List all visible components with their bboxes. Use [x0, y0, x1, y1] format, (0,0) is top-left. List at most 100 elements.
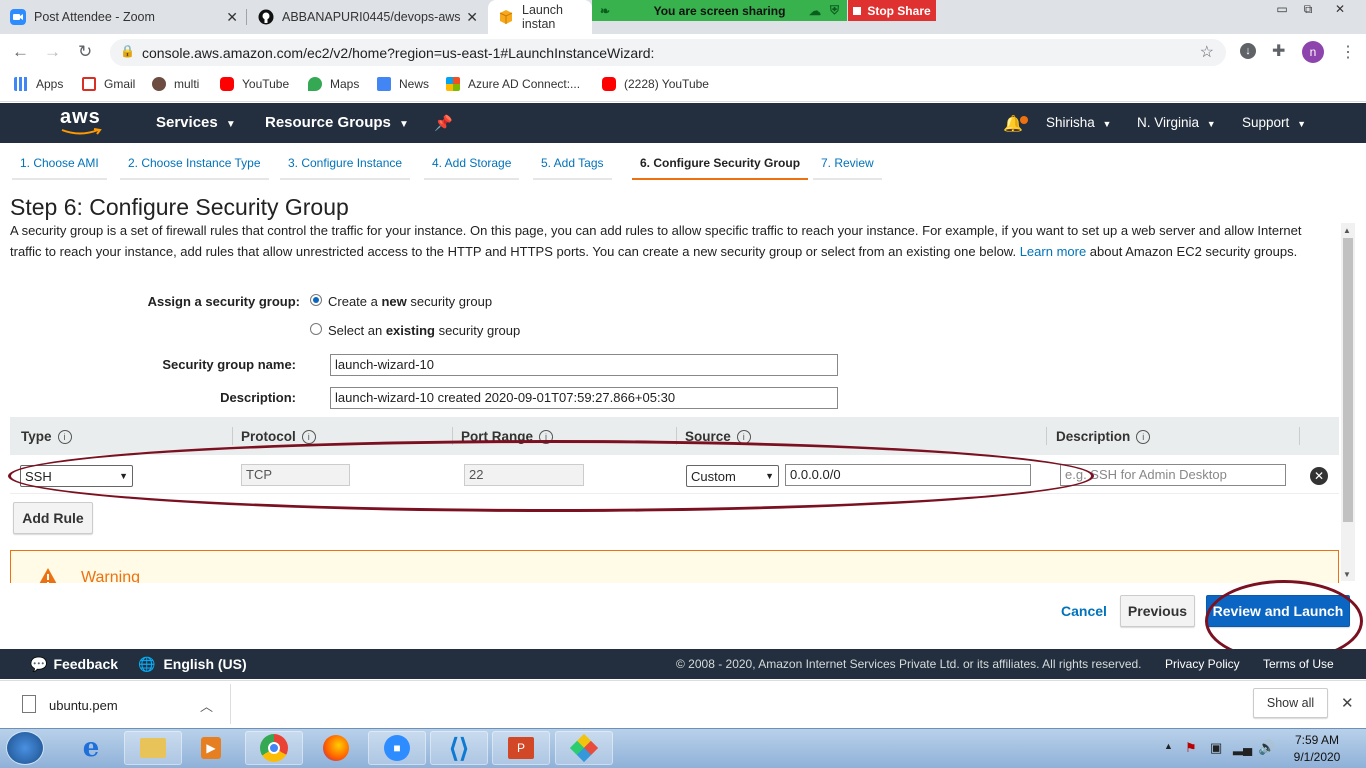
step-choose-instance-type[interactable]: 2. Choose Instance Type [120, 156, 269, 180]
feedback-link[interactable]: 💬 Feedback [30, 656, 118, 673]
resource-groups-menu[interactable]: Resource Groups ▼ [265, 114, 409, 131]
step-add-storage[interactable]: 4. Add Storage [424, 156, 520, 180]
browser-menu-icon[interactable]: ⋮ [1340, 42, 1356, 62]
bookmark-azure[interactable]: Azure AD Connect:... [446, 77, 580, 91]
page-title: Step 6: Configure Security Group [10, 194, 349, 220]
option-text: security group [434, 323, 521, 338]
tab-github[interactable]: ABBANAPURI0445/devops-aws ✕ [248, 0, 486, 34]
step-configure-instance[interactable]: 3. Configure Instance [280, 156, 411, 180]
services-menu[interactable]: Services ▼ [156, 114, 236, 131]
speech-bubble-icon: 💬 [30, 656, 48, 672]
bookmark-multi[interactable]: multi [152, 77, 199, 91]
bookmark-label: Azure AD Connect:... [468, 77, 581, 91]
start-button-icon[interactable] [6, 731, 44, 765]
youtube-icon [220, 77, 234, 91]
step-configure-security-group[interactable]: 6. Configure Security Group [632, 156, 809, 180]
radio-select-existing[interactable] [310, 323, 322, 335]
cancel-link[interactable]: Cancel [1061, 603, 1107, 619]
star-icon[interactable]: ☆ [1200, 42, 1214, 62]
chrome-icon[interactable] [245, 731, 303, 765]
terms-of-use-link[interactable]: Terms of Use [1263, 657, 1334, 671]
url-bar[interactable]: 🔒 console.aws.amazon.com/ec2/v2/home?reg… [110, 39, 1226, 66]
device-icon[interactable]: ▣ [1210, 740, 1222, 756]
region-menu[interactable]: N. Virginia ▼ [1137, 115, 1216, 130]
file-explorer-icon[interactable] [124, 731, 182, 765]
info-icon[interactable]: i [301, 429, 316, 444]
zoom-icon [10, 9, 26, 25]
description-input[interactable]: launch-wizard-10 created 2020-09-01T07:5… [330, 387, 838, 409]
step-choose-ami[interactable]: 1. Choose AMI [12, 156, 107, 180]
app-diamond-icon[interactable] [555, 731, 613, 765]
show-all-downloads-button[interactable]: Show all [1253, 688, 1328, 718]
forward-icon[interactable]: → [44, 42, 61, 62]
scrollbar-thumb[interactable] [1343, 238, 1353, 522]
bookmark-label: YouTube [242, 77, 290, 91]
minimize-window-icon[interactable]: ▭ [1268, 0, 1296, 18]
bookmark-gmail[interactable]: Gmail [82, 77, 135, 91]
bookmark-youtube-2228[interactable]: (2228) YouTube [602, 77, 709, 91]
bookmark-label: Maps [330, 77, 360, 91]
file-icon [22, 695, 36, 713]
col-type: Type i [21, 429, 72, 444]
network-signal-icon[interactable]: ▂▄ [1233, 740, 1252, 756]
learn-more-link[interactable]: Learn more [1020, 244, 1086, 259]
previous-button[interactable]: Previous [1120, 595, 1195, 627]
close-tab-icon[interactable]: ✕ [226, 9, 238, 26]
language-selector[interactable]: 🌐 English (US) [138, 656, 247, 673]
firefox-icon[interactable] [307, 731, 365, 765]
close-download-bar-icon[interactable]: ✕ [1341, 694, 1354, 712]
pin-icon[interactable]: 📌 [434, 114, 453, 132]
internet-explorer-icon[interactable]: e [62, 731, 120, 765]
shield-icon: ⛨ [829, 3, 839, 17]
chevron-up-icon[interactable]: ︿ [200, 696, 213, 715]
tab-title: ABBANAPURI0445/devops-aws [282, 10, 461, 24]
vscode-icon[interactable]: ⟨⟩ [430, 731, 488, 765]
clock[interactable]: 7:59 AM 9/1/2020 [1282, 733, 1352, 764]
profile-avatar[interactable]: n [1302, 41, 1324, 63]
scroll-down-icon[interactable]: ▼ [1343, 570, 1351, 579]
tray-expand-icon[interactable]: ▲ [1164, 741, 1173, 751]
bookmark-youtube[interactable]: YouTube [220, 77, 289, 91]
cloud-icon: ☁ [809, 3, 821, 18]
security-group-name-input[interactable]: launch-wizard-10 [330, 354, 838, 376]
zoom-app-icon[interactable]: ■ [368, 731, 426, 765]
download-file-name[interactable]: ubuntu.pem [49, 698, 118, 713]
back-icon[interactable]: ← [12, 42, 29, 62]
remove-rule-icon[interactable]: ✕ [1310, 467, 1328, 485]
bookmark-news[interactable]: News [377, 77, 429, 91]
notification-dot [1020, 116, 1028, 124]
media-player-icon[interactable]: ▶ [182, 731, 240, 765]
stop-share-button[interactable]: Stop Share [848, 0, 936, 21]
stop-icon [853, 6, 862, 15]
powerpoint-icon[interactable]: P [492, 731, 550, 765]
tab-zoom[interactable]: Post Attendee - Zoom ✕ [0, 0, 246, 34]
bookmark-maps[interactable]: Maps [308, 77, 359, 91]
action-center-flag-icon[interactable]: ⚑ [1185, 740, 1197, 756]
support-menu[interactable]: Support ▼ [1242, 115, 1306, 130]
user-menu[interactable]: Shirisha ▼ [1046, 115, 1111, 130]
aws-logo[interactable]: aws [60, 106, 104, 136]
extensions-icon[interactable]: ✚ [1272, 41, 1285, 61]
url-text: console.aws.amazon.com/ec2/v2/home?regio… [142, 44, 655, 61]
avatar-icon [152, 77, 166, 91]
tab-aws-launch[interactable]: Launch instan [488, 0, 592, 34]
option-select-existing-label[interactable]: Select an existing security group [328, 323, 520, 338]
assign-security-group-label: Assign a security group: [147, 294, 300, 309]
volume-icon[interactable]: 🔊 [1258, 739, 1275, 756]
info-icon[interactable]: i [1136, 429, 1151, 444]
privacy-policy-link[interactable]: Privacy Policy [1165, 657, 1240, 671]
scroll-up-icon[interactable]: ▲ [1343, 226, 1351, 235]
intro-part-2: about Amazon EC2 security groups. [1086, 244, 1298, 259]
step-add-tags[interactable]: 5. Add Tags [533, 156, 612, 180]
step-review[interactable]: 7. Review [813, 156, 882, 180]
add-rule-button[interactable]: Add Rule [13, 502, 93, 534]
close-tab-icon[interactable]: ✕ [466, 9, 478, 26]
restore-window-icon[interactable]: ⧉ [1294, 0, 1322, 18]
bookmark-apps[interactable]: Apps [14, 77, 63, 91]
download-icon[interactable]: ↓ [1240, 43, 1256, 59]
info-icon[interactable]: i [57, 429, 72, 444]
reload-icon[interactable]: ↻ [78, 42, 92, 62]
option-create-new-label[interactable]: Create a new security group [328, 294, 492, 309]
close-window-icon[interactable]: ✕ [1326, 0, 1354, 18]
radio-create-new[interactable] [310, 294, 322, 306]
